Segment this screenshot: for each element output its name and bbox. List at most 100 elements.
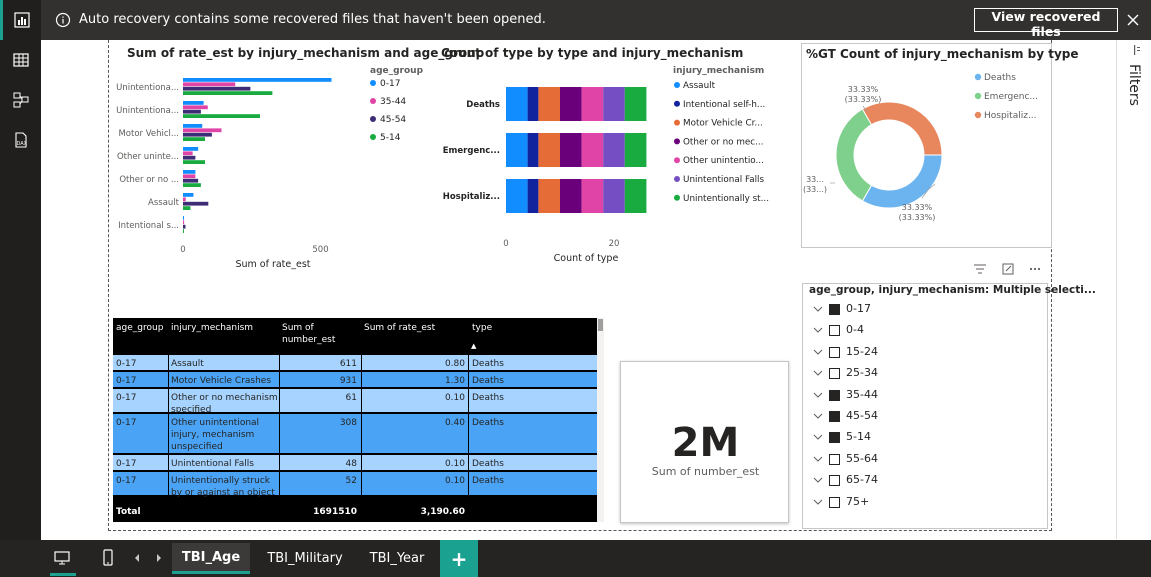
desktop-layout-icon[interactable] bbox=[52, 548, 72, 568]
slicer-checkbox[interactable] bbox=[829, 475, 840, 487]
slicer-item[interactable]: 0-17 bbox=[813, 300, 1033, 320]
chart1-bar[interactable] bbox=[183, 197, 186, 202]
slicer-item[interactable]: 0-4 bbox=[813, 321, 1033, 341]
filters-label[interactable]: Filters bbox=[1126, 64, 1142, 106]
chart1-bar[interactable] bbox=[183, 151, 193, 156]
chart1-bar[interactable] bbox=[183, 216, 184, 220]
more-options-icon[interactable] bbox=[1029, 267, 1041, 271]
chart2-bar-segment[interactable] bbox=[527, 179, 539, 213]
chart2-bar-segment[interactable] bbox=[538, 87, 560, 121]
chevron-down-icon[interactable] bbox=[813, 325, 823, 335]
chart2-legend-label[interactable]: Assault bbox=[683, 81, 716, 91]
col-header-injury-mechanism[interactable]: injury_mechanism bbox=[171, 322, 253, 334]
donut-slice[interactable] bbox=[861, 154, 943, 209]
chart2-legend-marker[interactable] bbox=[674, 119, 680, 126]
slicer-item[interactable]: 65-74 bbox=[813, 471, 1033, 491]
chart1-bar[interactable] bbox=[183, 91, 273, 95]
chart1-bar[interactable] bbox=[183, 220, 185, 225]
donut-legend-label[interactable]: Hospitaliz... bbox=[984, 111, 1037, 121]
chart1-bar[interactable] bbox=[183, 78, 332, 82]
chart2-legend-label[interactable]: Intentional self-h... bbox=[683, 100, 765, 110]
slicer-checkbox[interactable] bbox=[829, 304, 840, 315]
table-scrollbar[interactable] bbox=[597, 318, 604, 522]
donut-slice[interactable] bbox=[835, 108, 873, 202]
chart2-legend-marker[interactable] bbox=[674, 176, 680, 182]
gt-count-donut-chart[interactable]: 33.33%(33.33%)33...(33...)33.33%(33.33%)… bbox=[802, 62, 1050, 246]
chart2-bar-segment[interactable] bbox=[560, 87, 582, 121]
slicer-checkbox[interactable] bbox=[829, 346, 840, 358]
chart2-bar-segment[interactable] bbox=[506, 87, 528, 121]
focus-mode-icon[interactable] bbox=[1002, 263, 1014, 275]
chart1-bar[interactable] bbox=[183, 170, 196, 174]
chart1-legend-marker[interactable] bbox=[370, 134, 376, 140]
slicer-checkbox[interactable] bbox=[829, 432, 840, 444]
chart2-bar-segment[interactable] bbox=[581, 133, 604, 167]
add-page-button[interactable]: + bbox=[440, 540, 478, 577]
tab-tbi-military[interactable]: TBI_Military bbox=[256, 543, 354, 574]
table-row[interactable]: 0-17 Motor Vehicle Crashes 931 1.30 Deaths bbox=[113, 372, 597, 388]
chart1-bar[interactable] bbox=[183, 183, 201, 187]
slicer-item[interactable]: 35-44 bbox=[813, 386, 1033, 406]
chart1-legend-label[interactable]: 0-17 bbox=[380, 79, 400, 89]
chevron-down-icon[interactable] bbox=[813, 475, 823, 485]
chart2-legend-marker[interactable] bbox=[674, 82, 680, 88]
chart2-bar-segment[interactable] bbox=[560, 179, 582, 213]
donut-legend-marker[interactable] bbox=[974, 92, 982, 100]
mobile-layout-icon[interactable] bbox=[98, 548, 118, 568]
chart1-bar[interactable] bbox=[183, 128, 222, 133]
chart2-bar-segment[interactable] bbox=[538, 179, 560, 213]
prev-page-icon[interactable] bbox=[132, 553, 142, 563]
donut-legend-label[interactable]: Deaths bbox=[984, 73, 1016, 83]
chart2-legend-marker[interactable] bbox=[674, 194, 680, 201]
filter-icon[interactable] bbox=[974, 264, 986, 274]
chart2-legend-marker[interactable] bbox=[674, 100, 680, 107]
chevron-down-icon[interactable] bbox=[813, 347, 823, 357]
chart2-bar-segment[interactable] bbox=[603, 179, 625, 213]
view-recovered-files-button[interactable]: View recovered files bbox=[974, 8, 1118, 39]
chart2-legend-label[interactable]: Motor Vehicle Cr... bbox=[683, 119, 763, 129]
chart1-bar[interactable] bbox=[183, 155, 196, 160]
chart1-bar[interactable] bbox=[183, 101, 204, 105]
chart2-bar-segment[interactable] bbox=[603, 133, 625, 167]
slicer-checkbox[interactable] bbox=[829, 496, 840, 508]
chevron-down-icon[interactable] bbox=[813, 411, 823, 421]
report-view-button[interactable] bbox=[0, 0, 41, 40]
sort-ascending-icon[interactable]: ▲ bbox=[471, 340, 476, 352]
chart1-bar[interactable] bbox=[183, 132, 212, 137]
tab-tbi-age[interactable]: TBI_Age bbox=[172, 543, 250, 574]
chevron-down-icon[interactable] bbox=[813, 497, 823, 507]
chart1-bar[interactable] bbox=[183, 206, 191, 210]
chart1-bar[interactable] bbox=[183, 178, 199, 183]
chart1-legend-label[interactable]: 45-54 bbox=[380, 115, 406, 125]
next-page-icon[interactable] bbox=[154, 553, 164, 563]
table-row[interactable]: 0-17 Other or no mechanism specified 61 0.1… bbox=[113, 389, 597, 415]
close-icon[interactable] bbox=[1123, 10, 1143, 30]
slicer-checkbox[interactable] bbox=[829, 453, 840, 465]
chart2-bar-segment[interactable] bbox=[624, 87, 647, 121]
model-view-button[interactable] bbox=[0, 80, 41, 120]
chart1-bar[interactable] bbox=[183, 109, 201, 114]
chart1-bar[interactable] bbox=[183, 224, 186, 229]
chart2-bar-segment[interactable] bbox=[581, 179, 604, 213]
chart2-bar-segment[interactable] bbox=[506, 133, 528, 167]
slicer-item[interactable]: 5-14 bbox=[813, 428, 1033, 448]
slicer-item[interactable]: 45-54 bbox=[813, 407, 1033, 427]
donut-slice[interactable] bbox=[861, 101, 943, 156]
chart2-bar-segment[interactable] bbox=[603, 87, 625, 121]
chart2-bar-segment[interactable] bbox=[538, 133, 560, 167]
chart1-bar[interactable] bbox=[183, 137, 205, 141]
count-by-type-chart[interactable]: Deaths Emergenc... Hospitaliz... 0 20 Count o… bbox=[440, 62, 785, 272]
chart2-legend-label[interactable]: Other unintentio... bbox=[683, 156, 764, 166]
chart2-legend-marker[interactable] bbox=[674, 138, 680, 145]
chevron-down-icon[interactable] bbox=[813, 368, 823, 378]
age-mechanism-slicer[interactable]: age_group, injury_mechanism: Multiple se… bbox=[802, 283, 1096, 529]
chart2-legend-label[interactable]: Unintentionally st... bbox=[683, 194, 769, 204]
dax-query-view-button[interactable]: DAX bbox=[0, 120, 41, 160]
chart2-bar-segment[interactable] bbox=[527, 87, 539, 121]
slicer-item[interactable]: 15-24 bbox=[813, 343, 1033, 363]
chart2-bar-segment[interactable] bbox=[506, 179, 528, 213]
donut-legend-label[interactable]: Emergenc... bbox=[984, 92, 1038, 102]
chart1-legend-marker[interactable] bbox=[370, 116, 376, 122]
chart2-bar-segment[interactable] bbox=[560, 133, 582, 167]
chart1-bar[interactable] bbox=[183, 201, 209, 206]
